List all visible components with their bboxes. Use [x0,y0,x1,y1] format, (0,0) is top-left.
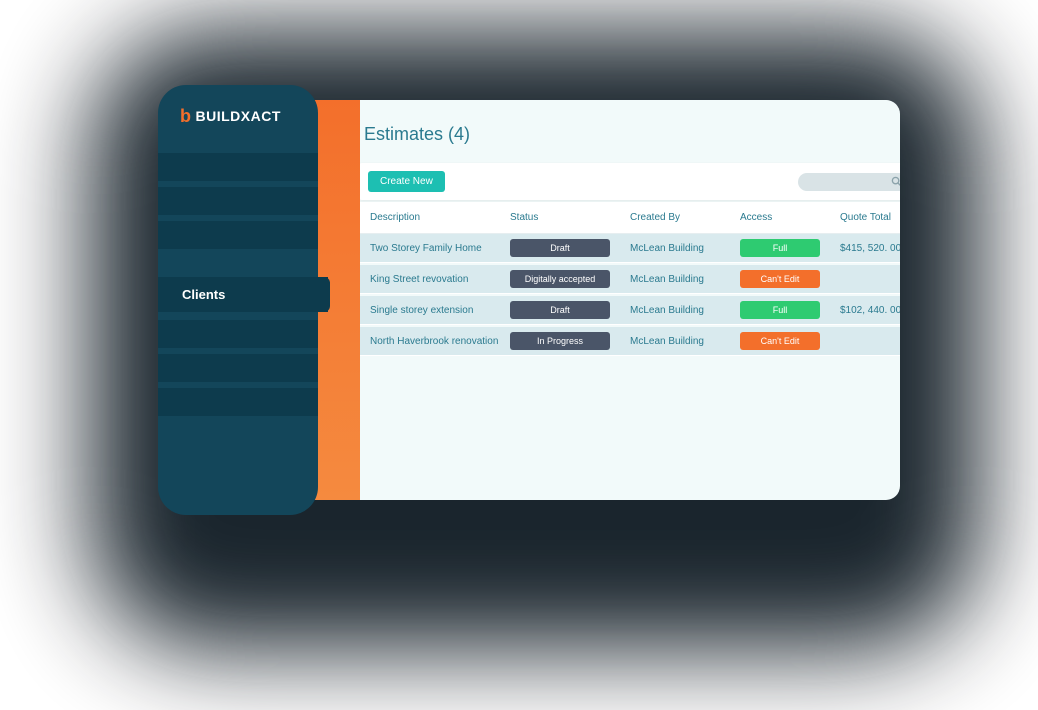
create-new-button[interactable]: Create New [368,171,445,192]
cell-quote-total: $102, 440. 00 [840,305,900,316]
nav-item[interactable] [158,187,318,215]
cell-description: Single storey extension [370,305,510,316]
status-badge: Digitally accepted [510,270,610,288]
col-header-description: Description [370,212,510,223]
nav-item[interactable] [158,354,318,382]
nav-item[interactable] [158,388,318,416]
access-badge: Full [740,301,820,319]
nav-item[interactable] [158,320,318,348]
col-header-status: Status [510,212,630,223]
cell-quote-total: $415, 520. 00 [840,243,900,254]
cell-access: Can't Edit [740,332,840,350]
sidebar: b BUILDXACT Clients [158,85,318,515]
cell-status: In Progress [510,332,630,350]
access-badge: Can't Edit [740,270,820,288]
cell-access: Full [740,239,840,257]
table-row[interactable]: Single storey extensionDraft McLean Build… [358,296,900,325]
cell-status: Draft [510,301,630,319]
cell-created-by: McLean Building [630,336,740,347]
access-badge: Full [740,239,820,257]
toolbar: Create New [358,163,900,200]
logo-text: BUILDXACT [196,108,281,124]
col-header-access: Access [740,212,840,223]
nav-item-clients[interactable]: Clients [158,277,328,312]
cell-description: King Street revovation [370,274,510,285]
cell-status: Digitally accepted [510,270,630,288]
main-content: Estimates (4) Create New Description Sta… [352,100,900,500]
col-header-created-by: Created By [630,212,740,223]
nav-item[interactable] [158,221,318,249]
cell-created-by: McLean Building [630,274,740,285]
cell-description: Two Storey Family Home [370,243,510,254]
page-title: Estimates (4) [358,124,900,145]
table-row[interactable]: North Haverbrook renovationIn Progress Mc… [358,327,900,356]
nav-item[interactable] [158,153,318,181]
status-badge: Draft [510,239,610,257]
cell-status: Draft [510,239,630,257]
cell-access: Can't Edit [740,270,840,288]
search-icon [891,176,900,187]
cell-created-by: McLean Building [630,243,740,254]
access-badge: Can't Edit [740,332,820,350]
logo-mark-icon: b [180,107,192,125]
app-logo: b BUILDXACT [158,107,318,125]
status-badge: In Progress [510,332,610,350]
cell-created-by: McLean Building [630,305,740,316]
table-header-row: Description Status Created By Access Quo… [358,202,900,234]
table-row[interactable]: Two Storey Family HomeDraft McLean Buildi… [358,234,900,263]
cell-access: Full [740,301,840,319]
status-badge: Draft [510,301,610,319]
table-row[interactable]: King Street revovationDigitally accepted… [358,265,900,294]
col-header-quote-total: Quote Total [840,212,900,223]
search-input[interactable] [798,173,900,191]
cell-description: North Haverbrook renovation [370,336,510,347]
